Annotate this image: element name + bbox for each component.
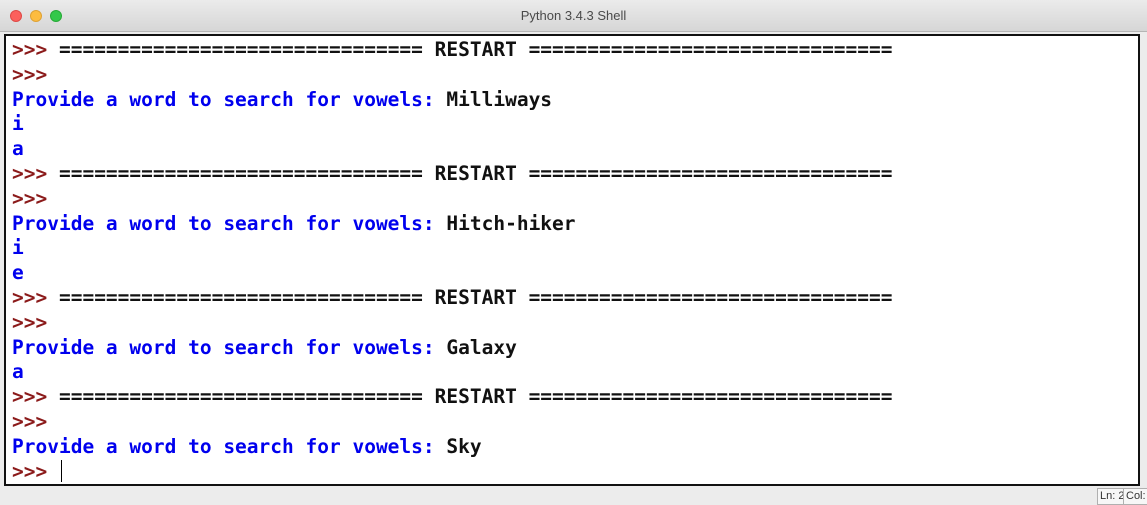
shell-line: a [12,137,893,162]
user-input-value: Milliways [446,87,553,111]
window-title: Python 3.4.3 Shell [520,8,627,23]
shell-prompt: >>> [12,409,48,433]
title-bar[interactable]: Python 3.4.3 Shell [0,0,1147,32]
user-input-value: Galaxy [446,335,517,359]
shell-prompt: >>> [12,310,48,334]
shell-prompt: >>> [12,385,59,409]
text-cursor [60,459,62,482]
shell-line: >>> [12,63,893,88]
restart-separator: =============================== RESTART … [58,285,893,309]
program-output: a [12,360,24,384]
shell-line: >>> [12,459,893,484]
shell-prompt: >>> [12,459,59,483]
restart-separator: =============================== RESTART … [58,385,893,409]
program-output: i [12,236,24,260]
shell-line: Provide a word to search for vowels: Sky [12,435,893,460]
shell-prompt: >>> [12,161,59,185]
status-bar: Ln: 21 Col: 4 [0,487,1147,505]
shell-prompt: >>> [12,285,59,309]
shell-line: >>> =============================== REST… [12,286,893,311]
shell-line: Provide a word to search for vowels: Mil… [12,88,893,113]
shell-prompt: >>> [12,38,59,61]
input-prompt-text: Provide a word to search for vowels: [12,87,447,111]
input-prompt-text: Provide a word to search for vowels: [12,434,447,458]
shell-line: i [12,236,893,261]
shell-line: Provide a word to search for vowels: Hit… [12,212,893,237]
shell-line: >>> [12,187,893,212]
restart-separator: =============================== RESTART … [58,161,893,185]
shell-line: >>> =============================== REST… [12,385,893,410]
program-output: i [12,112,24,136]
shell-line: >>> [12,311,893,336]
program-output: a [12,137,24,161]
shell-line: a [12,360,893,385]
shell-text-area[interactable]: >>> =============================== REST… [4,34,1140,486]
shell-line: Provide a word to search for vowels: Gal… [12,336,893,361]
shell-line: e [12,261,893,286]
shell-output: >>> =============================== REST… [12,38,893,484]
column-number-indicator: Col: 4 [1123,488,1147,505]
user-input-value: Sky [446,434,482,458]
python-shell-window: Python 3.4.3 Shell >>> =================… [0,0,1147,505]
restart-separator: =============================== RESTART … [58,38,893,61]
shell-line: >>> [12,410,893,435]
shell-prompt: >>> [12,186,48,210]
shell-prompt: >>> [12,62,48,86]
input-prompt-text: Provide a word to search for vowels: [12,211,447,235]
shell-line: i [12,112,893,137]
user-input-value: Hitch-hiker [446,211,576,235]
shell-line: >>> =============================== REST… [12,162,893,187]
shell-line: >>> =============================== REST… [12,38,893,63]
input-prompt-text: Provide a word to search for vowels: [12,335,447,359]
program-output: e [12,261,24,285]
